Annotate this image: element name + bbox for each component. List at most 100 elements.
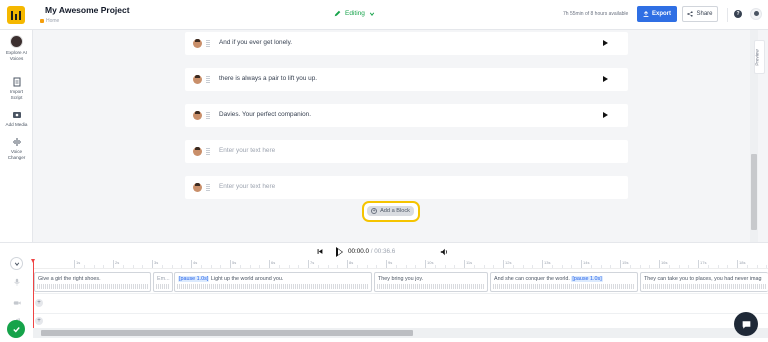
ruler-minor-tick	[356, 265, 358, 268]
ruler-label: 2s	[115, 260, 120, 265]
play-icon[interactable]	[336, 247, 343, 257]
duration: 00:36.6	[374, 248, 396, 255]
voice-avatar-icon[interactable]	[193, 183, 202, 192]
voice-avatar-icon[interactable]	[193, 39, 202, 48]
play-icon[interactable]	[603, 40, 608, 46]
waveform	[177, 284, 369, 289]
sidebar-item-explore-ai-voices[interactable]: Explore AI Voices	[0, 35, 33, 62]
ruler-minor-tick	[512, 265, 514, 268]
track-divider	[33, 313, 768, 314]
script-block-empty[interactable]: Enter your text here	[185, 176, 628, 199]
drag-handle-icon[interactable]	[206, 40, 210, 47]
ruler-label: 7s	[310, 260, 315, 265]
mode-dropdown[interactable]: Editing	[334, 10, 375, 17]
ruler-minor-tick	[327, 265, 329, 268]
upload-icon	[643, 11, 649, 17]
script-block[interactable]: And if you ever get lonely.	[185, 32, 628, 55]
ruler-tick	[542, 260, 543, 268]
block-text[interactable]: And if you ever get lonely.	[219, 39, 292, 46]
block-text-input[interactable]: Enter your text here	[219, 183, 275, 190]
chat-support-button[interactable]	[734, 312, 758, 336]
voice-avatar-icon[interactable]	[193, 75, 202, 84]
skip-back-icon[interactable]	[317, 248, 323, 255]
ruler-tick	[425, 260, 426, 268]
scrollbar-thumb[interactable]	[41, 330, 413, 336]
add-block-button[interactable]: + Add a Block	[367, 206, 414, 216]
timeline-clip[interactable]: And she can conquer the world. [pause 1.…	[490, 272, 638, 292]
ruler-label: 10s	[427, 260, 434, 265]
ruler-minor-tick	[220, 265, 222, 268]
ruler-minor-tick	[298, 265, 300, 268]
timeline-clip[interactable]: [pause 1.0s] Light up the world around y…	[174, 272, 372, 292]
play-icon[interactable]	[603, 76, 608, 82]
save-status-button[interactable]	[7, 320, 25, 338]
ruler-minor-tick	[200, 265, 202, 268]
top-bar: My Awesome Project Home Editing 7h 55min…	[0, 0, 768, 30]
voice-avatar-icon[interactable]	[193, 147, 202, 156]
share-button[interactable]: Share	[682, 6, 718, 22]
ruler-minor-tick	[278, 265, 280, 268]
sidebar-item-voice-changer[interactable]: Voice Changer	[0, 137, 33, 161]
ruler-minor-tick	[668, 265, 670, 268]
timeline-clip[interactable]: They can take you to places, you had nev…	[640, 272, 768, 292]
timeline-scrollbar[interactable]	[33, 328, 768, 338]
volume-icon[interactable]	[440, 248, 448, 256]
script-block[interactable]: there is always a pair to lift you up.	[185, 68, 628, 91]
add-video-button[interactable]: +	[35, 299, 43, 307]
ruler-label: 16s	[661, 260, 668, 265]
breadcrumb-home[interactable]: Home	[46, 18, 59, 24]
pause-tag[interactable]: [pause 1.0s]	[178, 276, 210, 282]
playback-controls: 00:00.0 / 00:36.6	[0, 242, 768, 260]
ruler-minor-tick	[210, 265, 212, 268]
playhead[interactable]	[31, 259, 35, 338]
add-music-button[interactable]: +	[35, 317, 43, 325]
block-text[interactable]: there is always a pair to lift you up.	[219, 75, 317, 82]
user-avatar[interactable]	[750, 8, 762, 20]
drag-handle-icon[interactable]	[206, 184, 210, 191]
ruler-tick	[113, 260, 114, 268]
pause-tag[interactable]: [pause 1.0s]	[571, 276, 603, 282]
ruler-minor-tick	[405, 265, 407, 268]
clip-text: Em...	[157, 276, 170, 282]
app-logo[interactable]	[7, 6, 25, 24]
waveform	[37, 284, 148, 289]
script-block[interactable]: Davies. Your perfect companion.	[185, 104, 628, 127]
drag-handle-icon[interactable]	[206, 76, 210, 83]
voice-avatar-icon[interactable]	[193, 111, 202, 120]
sidebar-item-add-media[interactable]: Add Media	[0, 110, 33, 128]
collapse-timeline-button[interactable]	[10, 257, 23, 270]
export-label: Export	[651, 11, 671, 17]
add-block-highlight: + Add a Block	[362, 201, 420, 222]
help-icon[interactable]: ?	[734, 10, 742, 18]
ruler-minor-tick	[249, 265, 251, 268]
drag-handle-icon[interactable]	[206, 148, 210, 155]
export-button[interactable]: Export	[637, 6, 677, 22]
ruler-minor-tick	[83, 265, 85, 268]
project-title[interactable]: My Awesome Project	[45, 5, 130, 15]
ruler-minor-tick	[639, 265, 641, 268]
ruler-tick	[191, 260, 192, 268]
drag-handle-icon[interactable]	[206, 112, 210, 119]
video-camera-icon	[13, 300, 21, 305]
ruler-label: 6s	[271, 260, 276, 265]
ruler-tick	[74, 260, 75, 268]
voice-avatar-icon	[10, 35, 23, 48]
script-block-empty[interactable]: Enter your text here	[185, 140, 628, 163]
ruler-minor-tick	[571, 265, 573, 268]
time-ruler[interactable]: 1s 2s 3s 4s 5s 6s 7s 8s 9s 10s 11s 12s 13s 14s 15s 16s 1…	[33, 260, 768, 269]
block-text-input[interactable]: Enter your text here	[219, 147, 275, 154]
ruler-label: 14s	[583, 260, 590, 265]
preview-toggle[interactable]: Preview	[754, 40, 765, 74]
breadcrumb[interactable]: Home	[40, 18, 59, 24]
chevron-down-icon	[14, 262, 19, 266]
play-icon[interactable]	[603, 112, 608, 118]
timeline-clip[interactable]: Give a girl the right shoes.	[34, 272, 151, 292]
block-text[interactable]: Davies. Your perfect companion.	[219, 111, 311, 118]
scrollbar-thumb[interactable]	[751, 154, 757, 230]
timeline-clip[interactable]: They bring you joy.	[374, 272, 488, 292]
sidebar-item-import-script[interactable]: Import Script	[0, 77, 33, 101]
ruler-minor-tick	[649, 265, 651, 268]
ruler-tick	[230, 260, 231, 268]
timeline-clip[interactable]: Em...	[153, 272, 173, 292]
ruler-label: 4s	[193, 260, 198, 265]
